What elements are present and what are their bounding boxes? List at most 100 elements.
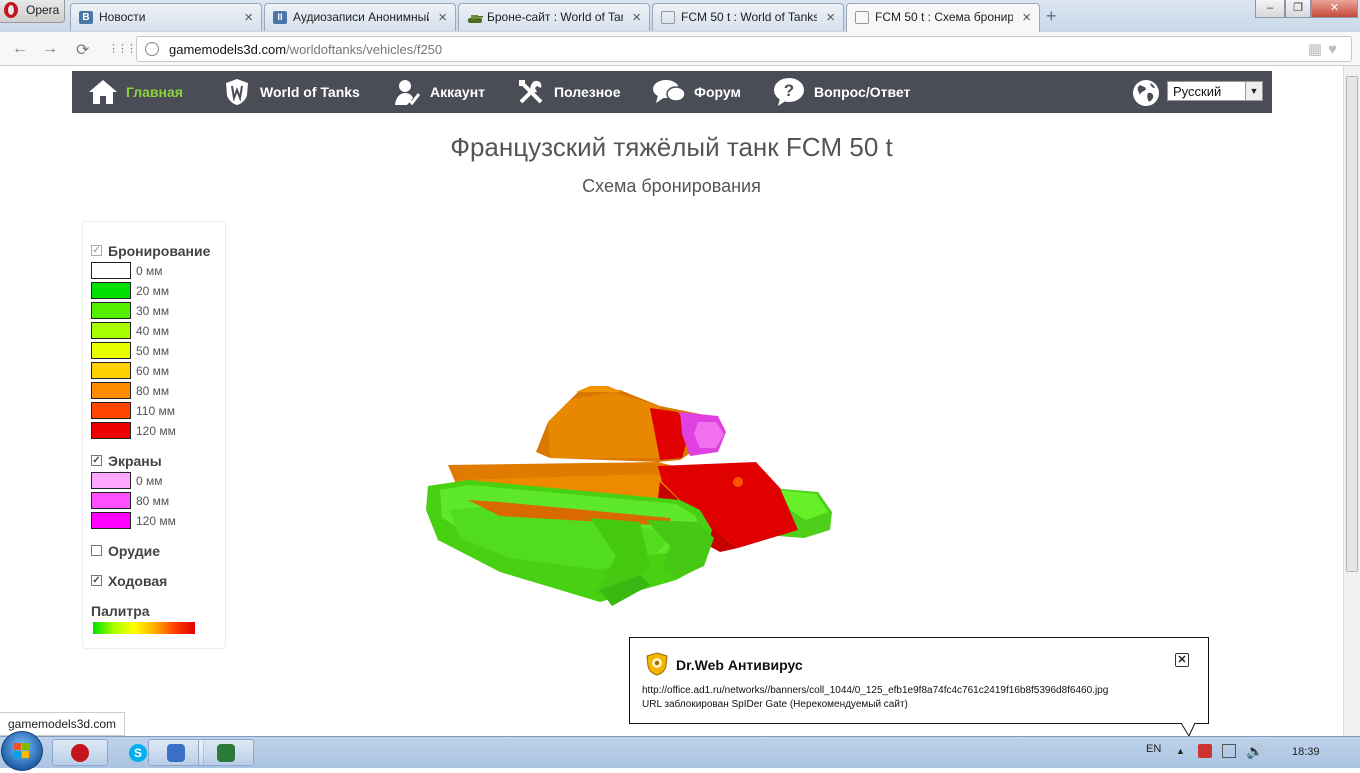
screens-toggle[interactable]: ✓ Экраны: [91, 453, 162, 469]
drweb-message: URL заблокирован SpIDer Gate (Нерекоменд…: [642, 699, 908, 710]
color-swatch: [91, 302, 131, 319]
swatch-label: 30 мм: [136, 304, 170, 318]
vk-audio-icon: II: [273, 11, 287, 24]
start-button[interactable]: [1, 731, 43, 771]
navigation-bar: ← → ⟳ ⋮⋮⋮ gamemodels3d.com/worldoftanks/…: [0, 32, 1360, 66]
taskbar-app4[interactable]: [198, 739, 254, 766]
chat-icon: [652, 77, 686, 107]
nav-home[interactable]: Главная: [88, 71, 183, 113]
site-info-icon[interactable]: [145, 42, 159, 56]
nav-wot-label: World of Tanks: [260, 84, 360, 100]
scrollbar-thumb[interactable]: [1346, 76, 1358, 572]
tab-close-icon[interactable]: ×: [1022, 9, 1031, 26]
page-icon: [661, 11, 675, 24]
tank-icon: [467, 11, 483, 24]
tray-volume-icon[interactable]: 🔊: [1246, 743, 1263, 760]
taskbar-app3[interactable]: [148, 739, 204, 766]
maximize-button[interactable]: ❐: [1285, 0, 1311, 18]
swatch-label: 50 мм: [136, 344, 170, 358]
tab-fcm-wot[interactable]: FCM 50 t : World of Tanks ×: [652, 3, 844, 31]
swatch-label: 60 мм: [136, 364, 170, 378]
nav-forum[interactable]: Форум: [652, 71, 741, 113]
opera-menu-button[interactable]: Opera: [0, 0, 65, 23]
taskbar: S EN ▲ 🔊 18:39: [0, 731, 1360, 771]
nav-useful[interactable]: Полезное: [516, 71, 621, 113]
tab-close-icon[interactable]: ×: [244, 9, 253, 26]
app4-icon: [217, 744, 235, 762]
reload-button[interactable]: ⟳: [76, 40, 89, 60]
swatch-label: 0 мм: [136, 474, 163, 488]
language-select[interactable]: Русский ▼: [1167, 81, 1263, 101]
taskbar-opera[interactable]: [52, 739, 108, 766]
back-button[interactable]: ←: [12, 40, 28, 58]
swatch-label: 80 мм: [136, 494, 170, 508]
tab-fcm-armor[interactable]: FCM 50 t : Схема бронирования ×: [846, 3, 1040, 33]
site-navigation: Главная World of Tanks Аккаунт Полезное …: [72, 71, 1272, 113]
color-swatch: [91, 472, 131, 489]
swatch-label: 40 мм: [136, 324, 170, 338]
minimize-button[interactable]: –: [1255, 0, 1285, 18]
armor-label: Бронирование: [108, 243, 211, 259]
page-title: Французский тяжёлый танк FCM 50 t: [450, 132, 893, 162]
nav-world-of-tanks[interactable]: World of Tanks: [222, 71, 360, 113]
drweb-shield-icon: [646, 652, 668, 676]
swatch-label: 110 мм: [136, 404, 175, 418]
tab-close-icon[interactable]: ×: [438, 9, 447, 26]
nav-forum-label: Форум: [694, 84, 741, 100]
clock[interactable]: 18:39: [1292, 746, 1320, 758]
armor-legend: ✓ Бронирование ✓ Экраны Орудие ✓ Ходовая…: [82, 221, 226, 649]
tab-label: Броне-сайт : World of Tanks: [487, 10, 623, 24]
tab-close-icon[interactable]: ×: [632, 9, 641, 26]
color-swatch: [91, 402, 131, 419]
swatch-label: 120 мм: [136, 424, 176, 438]
close-window-button[interactable]: ✕: [1311, 0, 1358, 18]
tray-expand-icon[interactable]: ▲: [1176, 746, 1185, 756]
tab-strip: Opera B Новости × II Аудиозаписи Анонимн…: [0, 0, 1360, 33]
chassis-checkbox[interactable]: ✓: [91, 575, 102, 586]
page-subtitle: Схема бронирования: [582, 176, 761, 196]
nav-account-label: Аккаунт: [430, 84, 486, 100]
address-bar[interactable]: gamemodels3d.com/worldoftanks/vehicles/f…: [136, 36, 1352, 62]
opera-logo-icon: [4, 2, 18, 18]
globe-icon: [1132, 79, 1160, 110]
armor-checkbox[interactable]: ✓: [91, 245, 102, 256]
tank-armor-model[interactable]: [400, 370, 860, 620]
gun-toggle[interactable]: Орудие: [91, 543, 160, 559]
language-indicator[interactable]: EN: [1146, 743, 1161, 755]
color-swatch: [91, 282, 131, 299]
forward-button[interactable]: →: [42, 40, 58, 58]
address-url: gamemodels3d.com/worldoftanks/vehicles/f…: [169, 42, 442, 57]
window-controls: – ❐ ✕: [1255, 0, 1360, 20]
language-select-value: Русский: [1173, 84, 1222, 99]
tab-news[interactable]: B Новости ×: [70, 3, 262, 31]
bookmark-heart-icon[interactable]: ▦♥: [1308, 40, 1343, 58]
tab-close-icon[interactable]: ×: [826, 9, 835, 26]
palette-gradient[interactable]: [93, 622, 195, 634]
chassis-toggle[interactable]: ✓ Ходовая: [91, 573, 167, 589]
new-tab-button[interactable]: +: [1046, 6, 1057, 27]
tab-audio[interactable]: II Аудиозаписи Анонимный ×: [264, 3, 456, 31]
vertical-scrollbar[interactable]: [1343, 66, 1360, 736]
user-icon: [392, 77, 422, 107]
tab-bronesite[interactable]: Броне-сайт : World of Tanks ×: [458, 3, 650, 31]
windows-logo-icon: [14, 743, 29, 758]
tray-network-icon[interactable]: [1222, 744, 1236, 758]
armor-toggle[interactable]: ✓ Бронирование: [91, 243, 210, 259]
opera-menu-label: Opera: [26, 3, 60, 17]
question-icon: ?: [772, 77, 806, 107]
nav-account[interactable]: Аккаунт: [392, 71, 485, 113]
screens-checkbox[interactable]: ✓: [91, 455, 102, 466]
drweb-close-button[interactable]: ✕: [1175, 653, 1189, 667]
drweb-title: Dr.Web Антивирус: [676, 657, 803, 673]
speed-dial-icon[interactable]: ⋮⋮⋮: [108, 42, 137, 55]
svg-text:?: ?: [784, 81, 794, 100]
gun-checkbox[interactable]: [91, 545, 102, 556]
color-swatch: [91, 422, 131, 439]
drweb-notification: Dr.Web Антивирус ✕ http://office.ad1.ru/…: [629, 637, 1209, 724]
url-path: /worldoftanks/vehicles/f250: [286, 42, 443, 57]
color-swatch: [91, 382, 131, 399]
color-swatch: [91, 322, 131, 339]
tray-flag-icon[interactable]: [1198, 744, 1212, 758]
color-swatch: [91, 492, 131, 509]
nav-faq[interactable]: ? Вопрос/Ответ: [772, 71, 910, 113]
